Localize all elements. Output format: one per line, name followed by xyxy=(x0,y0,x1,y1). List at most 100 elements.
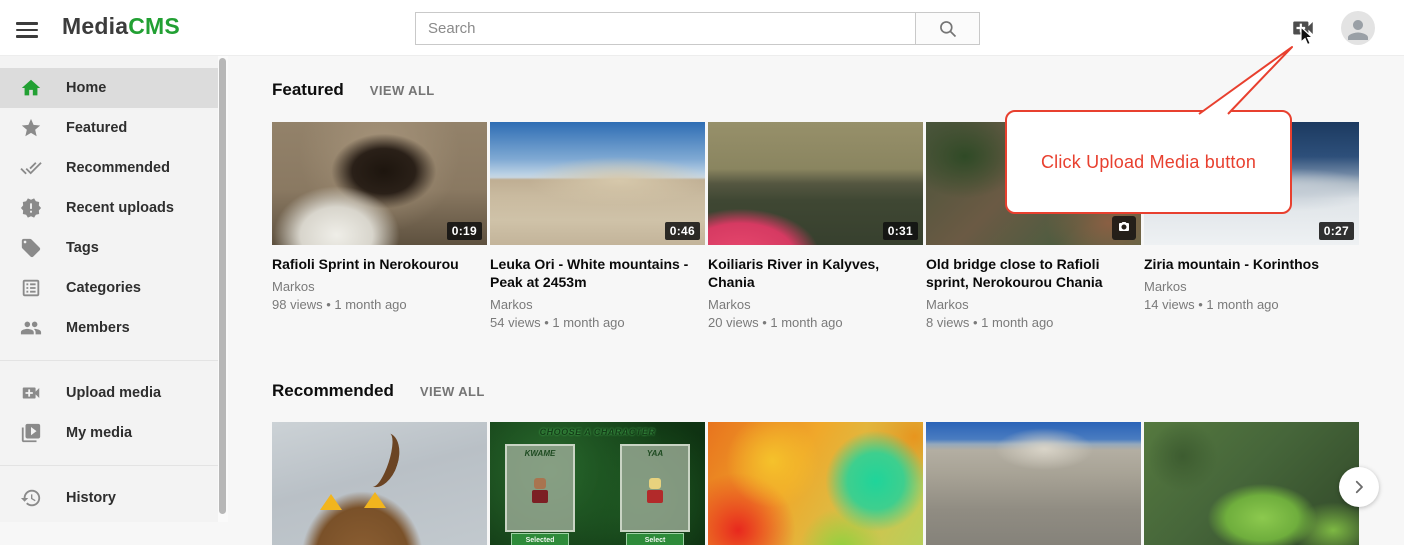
video-thumbnail[interactable]: 0:19 xyxy=(272,122,487,245)
sidebar-item-home[interactable]: Home xyxy=(0,68,218,108)
game-character-sprite xyxy=(532,478,548,508)
tooltip-pointer xyxy=(1190,40,1300,118)
video-author: Markos xyxy=(708,297,923,312)
sidebar-scrollbar-thumb[interactable] xyxy=(219,58,226,514)
sidebar-item-upload-media[interactable]: Upload media xyxy=(0,373,218,413)
video-thumbnail[interactable] xyxy=(272,422,487,545)
sidebar-item-label: Members xyxy=(66,320,130,336)
video-thumbnail[interactable] xyxy=(708,422,923,545)
game-character-sprite xyxy=(647,478,663,508)
game-selected-button-art: Selected xyxy=(511,533,569,545)
media-card xyxy=(272,422,487,545)
video-meta: 54 views • 1 month ago xyxy=(490,315,705,330)
game-character-panel: YAA xyxy=(620,444,690,532)
video-thumbnail[interactable]: 0:31 xyxy=(708,122,923,245)
tooltip-text: Click Upload Media button xyxy=(1041,152,1256,173)
duration-badge: 0:31 xyxy=(883,222,918,240)
video-title[interactable]: Koiliaris River in Kalyves, Chania xyxy=(708,255,923,291)
person-icon xyxy=(1343,15,1373,45)
video-thumbnail[interactable] xyxy=(926,422,1141,545)
game-select-button-art: Select xyxy=(626,533,684,545)
pumpkin-stem-art xyxy=(356,428,406,492)
sidebar-item-label: Featured xyxy=(66,120,127,136)
media-card xyxy=(708,422,923,545)
video-author: Markos xyxy=(926,297,1141,312)
logo-cms: CMS xyxy=(128,13,180,39)
video-author: Markos xyxy=(490,297,705,312)
sidebar-item-label: Tags xyxy=(66,240,99,256)
video-title[interactable]: Old bridge close to Rafioli sprint, Nero… xyxy=(926,255,1141,291)
duration-badge: 0:46 xyxy=(665,222,700,240)
sidebar-item-featured[interactable]: Featured xyxy=(0,108,218,148)
sidebar-item-label: Recommended xyxy=(66,160,170,176)
search-icon xyxy=(938,19,958,39)
recommended-view-all-link[interactable]: VIEW ALL xyxy=(420,384,485,399)
sidebar-item-label: Recent uploads xyxy=(66,200,174,216)
media-card: 0:31 Koiliaris River in Kalyves, Chania … xyxy=(708,122,923,330)
carousel-next-button[interactable] xyxy=(1339,467,1379,507)
media-card: 0:19 Rafioli Sprint in Nerokourou Markos… xyxy=(272,122,487,330)
members-icon xyxy=(20,317,42,339)
video-meta: 98 views • 1 month ago xyxy=(272,297,487,312)
logo[interactable]: MediaCMS xyxy=(62,13,180,40)
tutorial-tooltip: Click Upload Media button xyxy=(1005,110,1292,214)
sidebar-history-group: History xyxy=(0,465,218,518)
mouse-cursor-icon xyxy=(1299,26,1314,47)
sidebar-nav-group: Home Featured Recommended Recent uploads… xyxy=(0,56,218,348)
camera-icon xyxy=(1112,216,1136,240)
featured-view-all-link[interactable]: VIEW ALL xyxy=(370,83,435,98)
video-meta: 20 views • 1 month ago xyxy=(708,315,923,330)
video-call-icon xyxy=(20,382,42,404)
categories-icon xyxy=(20,277,42,299)
search-input[interactable] xyxy=(415,12,916,45)
menu-icon[interactable] xyxy=(14,16,40,40)
sidebar-media-group: Upload media My media xyxy=(0,360,218,453)
video-title[interactable]: Rafioli Sprint in Nerokourou xyxy=(272,255,487,273)
new-releases-icon xyxy=(20,197,42,219)
search-button[interactable] xyxy=(916,12,980,45)
video-thumbnail[interactable] xyxy=(1144,422,1359,545)
sidebar-item-tags[interactable]: Tags xyxy=(0,228,218,268)
sidebar-item-label: History xyxy=(66,490,116,506)
duration-badge: 0:27 xyxy=(1319,222,1354,240)
user-avatar[interactable] xyxy=(1341,11,1375,45)
sidebar-item-my-media[interactable]: My media xyxy=(0,413,218,453)
game-title-text: CHOOSE A CHARACTER xyxy=(490,427,705,437)
recommended-cards-row: CHOOSE A CHARACTER KWAME YAA Selected Se… xyxy=(272,422,1359,545)
sidebar-item-members[interactable]: Members xyxy=(0,308,218,348)
logo-media: Media xyxy=(62,13,128,39)
section-title: Recommended xyxy=(272,381,394,401)
video-meta: 14 views • 1 month ago xyxy=(1144,297,1359,312)
video-thumbnail[interactable]: CHOOSE A CHARACTER KWAME YAA Selected Se… xyxy=(490,422,705,545)
game-character-name: YAA xyxy=(622,449,688,458)
star-icon xyxy=(20,117,42,139)
video-thumbnail[interactable]: 0:46 xyxy=(490,122,705,245)
sidebar-item-categories[interactable]: Categories xyxy=(0,268,218,308)
video-title[interactable]: Ziria mountain - Korinthos xyxy=(1144,255,1359,273)
video-title[interactable]: Leuka Ori - White mountains - Peak at 24… xyxy=(490,255,705,291)
search-bar xyxy=(415,12,980,45)
media-card xyxy=(1144,422,1359,545)
video-author: Markos xyxy=(1144,279,1359,294)
section-title: Featured xyxy=(272,80,344,100)
sidebar-item-recommended[interactable]: Recommended xyxy=(0,148,218,188)
sidebar-item-label: Home xyxy=(66,80,106,96)
video-library-icon xyxy=(20,422,42,444)
sidebar-item-label: Categories xyxy=(66,280,141,296)
sidebar-item-label: Upload media xyxy=(66,385,161,401)
pumpkin-eye-art xyxy=(320,494,342,510)
game-character-name: KWAME xyxy=(507,449,573,458)
media-card: CHOOSE A CHARACTER KWAME YAA Selected Se… xyxy=(490,422,705,545)
home-icon xyxy=(20,77,42,99)
done-all-icon xyxy=(20,157,42,179)
tag-icon xyxy=(20,237,42,259)
pumpkin-eye-art xyxy=(364,492,386,508)
sidebar-item-history[interactable]: History xyxy=(0,478,218,518)
featured-section-header: Featured VIEW ALL xyxy=(272,80,435,100)
game-character-panel: KWAME xyxy=(505,444,575,532)
video-meta: 8 views • 1 month ago xyxy=(926,315,1141,330)
sidebar-item-recent-uploads[interactable]: Recent uploads xyxy=(0,188,218,228)
media-card: 0:46 Leuka Ori - White mountains - Peak … xyxy=(490,122,705,330)
history-icon xyxy=(20,487,42,509)
duration-badge: 0:19 xyxy=(447,222,482,240)
